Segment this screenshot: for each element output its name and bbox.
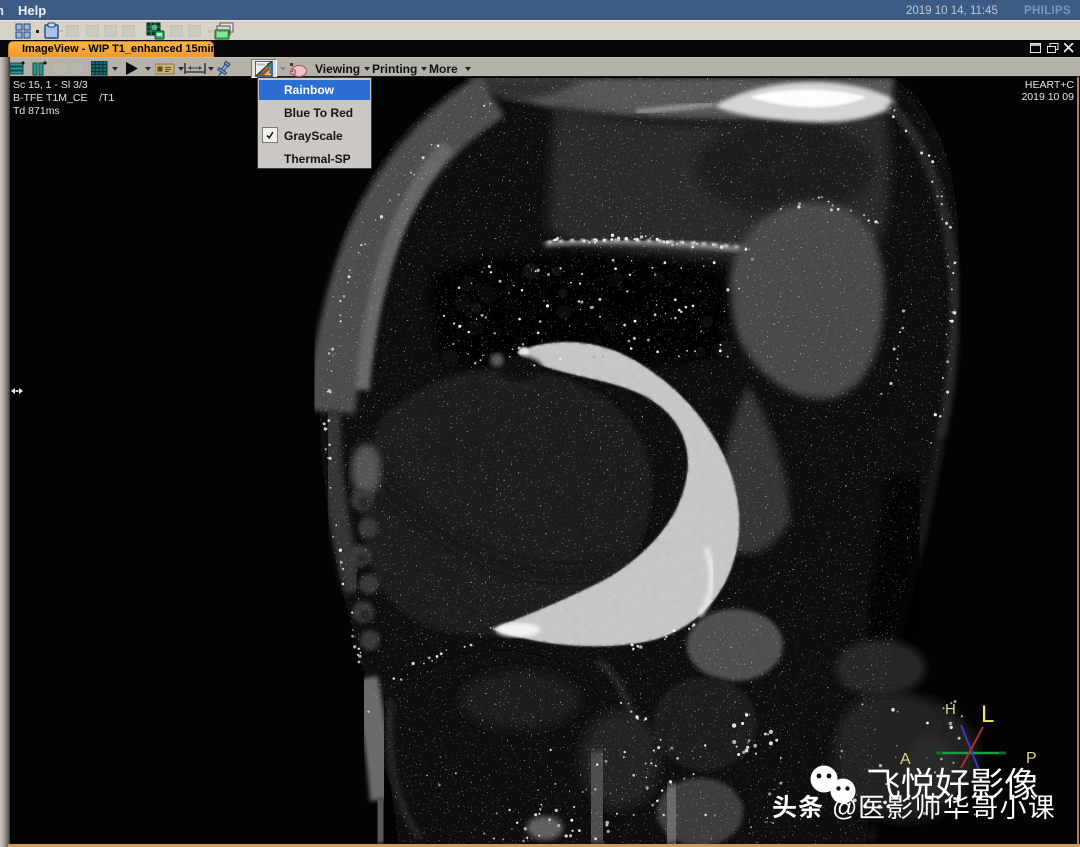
svg-text:@: @ bbox=[832, 794, 857, 822]
svg-text:H: H bbox=[945, 701, 956, 718]
svg-text:L: L bbox=[981, 701, 994, 728]
